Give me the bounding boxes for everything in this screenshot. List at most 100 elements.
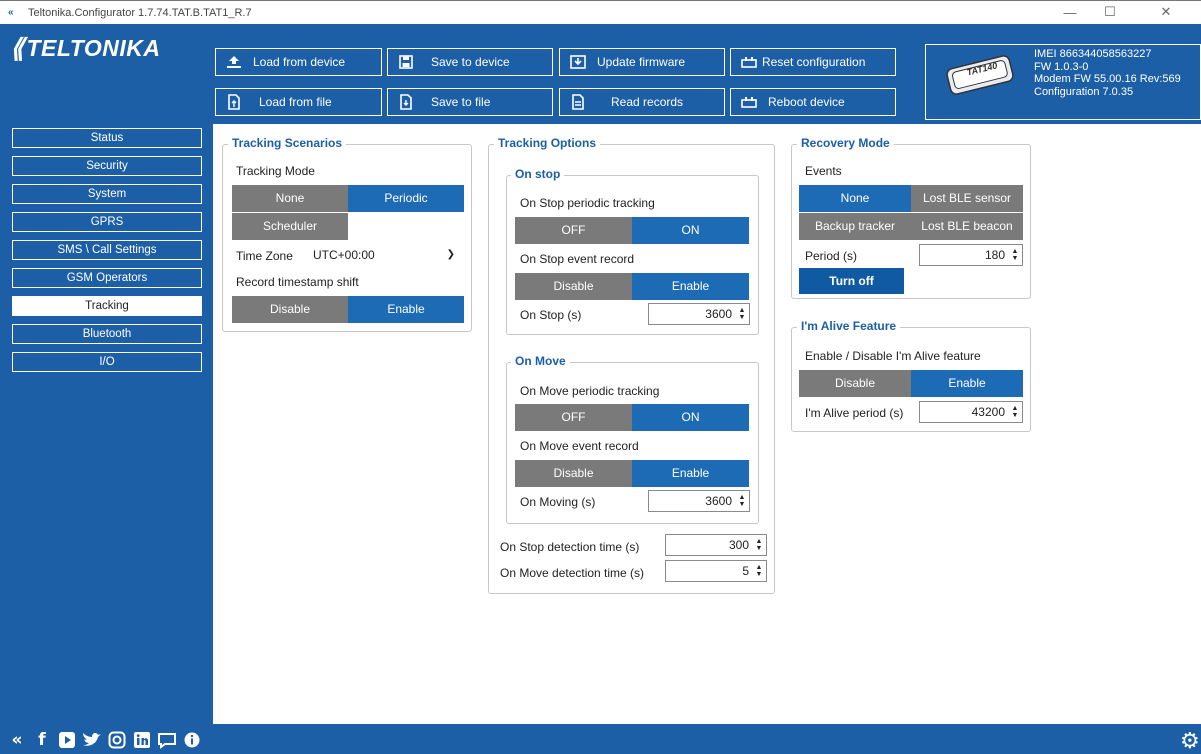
on-stop-periodic-on-button[interactable]: ON	[632, 217, 749, 244]
on-moving-period-input[interactable]: 3600 ▲ ▼	[648, 490, 750, 512]
on-stop-event-label: On Stop event record	[520, 252, 635, 266]
im-alive-toggle-label: Enable / Disable I'm Alive feature	[805, 349, 981, 363]
on-move-detection-input[interactable]: 5 ▲ ▼	[665, 560, 767, 582]
teltonika-icon[interactable]: «	[6, 729, 28, 751]
nav-item-gprs[interactable]: GPRS	[12, 212, 202, 232]
file-save-icon	[397, 94, 415, 110]
reset-icon	[740, 54, 758, 70]
im-alive-enable-button[interactable]: Enable	[911, 370, 1023, 397]
record-timestamp-shift-label: Record timestamp shift	[236, 275, 359, 289]
on-stop-detection-input[interactable]: 300 ▲ ▼	[665, 534, 767, 556]
recovery-period-value: 180	[984, 248, 1005, 262]
timestamp-shift-enable-button[interactable]: Enable	[348, 296, 464, 323]
spinner-arrows-icon[interactable]: ▲ ▼	[737, 307, 747, 321]
reboot-device-button[interactable]: Reboot device	[730, 88, 896, 116]
nav-item-system[interactable]: System	[12, 184, 202, 204]
save-to-device-button[interactable]: Save to device	[387, 48, 553, 76]
on-move-event-enable-button[interactable]: Enable	[632, 460, 749, 487]
facebook-icon[interactable]: f	[31, 729, 53, 751]
reset-configuration-button[interactable]: Reset configuration	[730, 48, 896, 76]
reboot-device-label: Reboot device	[768, 95, 845, 109]
nav-item-io[interactable]: I/O	[12, 352, 202, 372]
file-open-icon	[225, 94, 243, 110]
save-to-device-label: Save to device	[431, 55, 510, 69]
social-links: « f	[6, 729, 203, 751]
spinner-arrows-icon[interactable]: ▲ ▼	[1010, 248, 1020, 262]
recovery-mode-title: Recovery Mode	[797, 136, 894, 150]
im-alive-period-value: 43200	[971, 405, 1005, 419]
on-stop-periodic-off-button[interactable]: OFF	[515, 217, 632, 244]
window-title: Teltonika.Configurator 1.7.74.TAT.B.TAT1…	[28, 6, 252, 19]
youtube-icon[interactable]	[56, 729, 78, 751]
on-move-detection-value: 5	[742, 564, 749, 578]
tracking-mode-periodic-button[interactable]: Periodic	[348, 185, 464, 212]
im-alive-disable-button[interactable]: Disable	[799, 370, 911, 397]
settings-gear-icon[interactable]: ⚙	[1180, 728, 1201, 754]
floppy-icon	[397, 54, 415, 70]
nav-item-tracking[interactable]: Tracking	[12, 296, 202, 316]
recovery-event-backup-tracker-button[interactable]: Backup tracker	[799, 213, 911, 240]
on-moving-period-label: On Moving (s)	[520, 495, 596, 509]
on-move-title: On Move	[511, 354, 570, 368]
instagram-icon[interactable]	[106, 729, 128, 751]
spinner-arrows-icon[interactable]: ▲ ▼	[1010, 405, 1020, 419]
reboot-icon	[740, 94, 758, 110]
on-stop-period-input[interactable]: 3600 ▲ ▼	[648, 303, 750, 325]
spinner-arrows-icon[interactable]: ▲ ▼	[737, 494, 747, 508]
spinner-arrows-icon[interactable]: ▲ ▼	[754, 538, 764, 552]
tracking-mode-none-button[interactable]: None	[232, 185, 348, 212]
recovery-event-lost-ble-beacon-button[interactable]: Lost BLE beacon	[911, 213, 1023, 240]
upload-icon	[225, 54, 243, 70]
recovery-event-lost-ble-sensor-button[interactable]: Lost BLE sensor	[911, 185, 1023, 212]
time-zone-label: Time Zone	[236, 249, 293, 263]
nav-item-status[interactable]: Status	[12, 128, 202, 148]
nav-item-bluetooth[interactable]: Bluetooth	[12, 324, 202, 344]
on-stop-detection-value: 300	[728, 538, 749, 552]
chevron-down-icon: ❯	[446, 249, 455, 260]
on-stop-event-enable-button[interactable]: Enable	[632, 273, 749, 300]
timestamp-shift-disable-button[interactable]: Disable	[232, 296, 348, 323]
tracking-mode-scheduler-button[interactable]: Scheduler	[232, 213, 348, 240]
im-alive-period-input[interactable]: 43200 ▲ ▼	[919, 401, 1023, 423]
on-move-periodic-off-button[interactable]: OFF	[515, 404, 632, 431]
records-icon	[569, 94, 587, 110]
modem-fw-text: Modem FW 55.00.16 Rev:569	[1034, 73, 1181, 85]
tracking-mode-label: Tracking Mode	[236, 164, 315, 178]
tracking-scenarios-title: Tracking Scenarios	[228, 136, 347, 150]
load-from-device-button[interactable]: Load from device	[215, 48, 382, 76]
turn-off-button[interactable]: Turn off	[799, 268, 904, 294]
on-move-event-disable-button[interactable]: Disable	[515, 460, 632, 487]
close-button[interactable]: ✕	[1146, 0, 1186, 24]
maximize-button[interactable]: ☐	[1090, 0, 1130, 24]
save-to-file-button[interactable]: Save to file	[387, 88, 553, 116]
on-stop-period-label: On Stop (s)	[520, 308, 582, 322]
minimize-button[interactable]: —	[1050, 0, 1090, 24]
nav-item-sms-call-settings[interactable]: SMS \ Call Settings	[12, 240, 202, 260]
on-stop-periodic-label: On Stop periodic tracking	[520, 196, 655, 210]
im-alive-period-label: I'm Alive period (s)	[805, 406, 904, 420]
recovery-event-none-button[interactable]: None	[799, 185, 911, 212]
device-info-text: IMEI 866344058563227 FW 1.0.3-0 Modem FW…	[1034, 48, 1181, 98]
load-from-file-button[interactable]: Load from file	[215, 88, 382, 116]
recovery-period-input[interactable]: 180 ▲ ▼	[919, 244, 1023, 266]
app-logo-icon: «	[8, 6, 14, 18]
nav-item-gsm-operators[interactable]: GSM Operators	[12, 268, 202, 288]
update-firmware-button[interactable]: Update firmware	[559, 48, 725, 76]
im-alive-title: I'm Alive Feature	[797, 319, 901, 333]
twitter-icon[interactable]	[81, 729, 103, 751]
info-icon[interactable]	[181, 729, 203, 751]
time-zone-select[interactable]: UTC+00:00 ❯	[308, 244, 464, 266]
spinner-arrows-icon[interactable]: ▲ ▼	[754, 564, 764, 578]
configuration-version-text: Configuration 7.0.35	[1034, 85, 1134, 98]
chat-icon[interactable]	[156, 729, 178, 751]
on-moving-period-value: 3600	[705, 494, 732, 508]
save-to-file-label: Save to file	[431, 95, 491, 109]
events-label: Events	[805, 164, 842, 178]
on-move-periodic-on-button[interactable]: ON	[632, 404, 749, 431]
on-stop-title: On stop	[511, 167, 565, 181]
on-stop-event-disable-button[interactable]: Disable	[515, 273, 632, 300]
reset-configuration-label: Reset configuration	[762, 55, 866, 69]
read-records-button[interactable]: Read records	[559, 88, 725, 116]
nav-item-security[interactable]: Security	[12, 156, 202, 176]
linkedin-icon[interactable]	[131, 729, 153, 751]
